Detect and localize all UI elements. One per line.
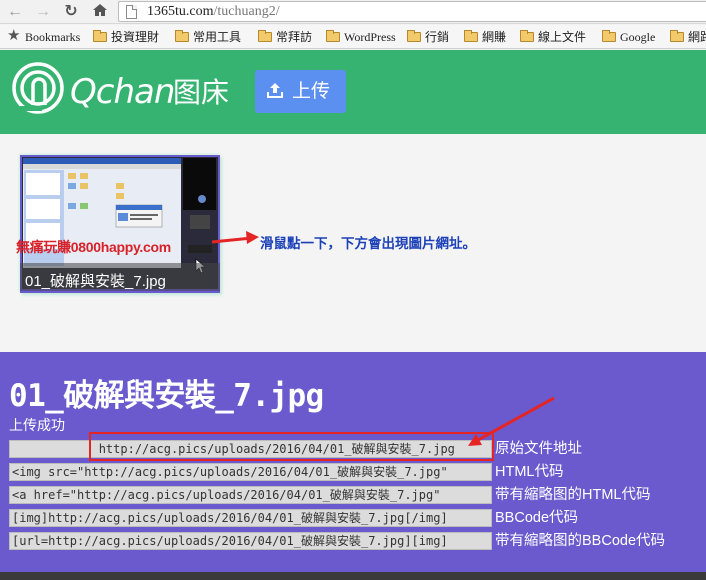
bookmark-folder[interactable]: 網賺 <box>463 29 506 45</box>
folder-icon <box>464 30 478 42</box>
url-text[interactable]: 1365tu.com/tuchuang2/ <box>147 4 280 20</box>
bookmark-label: 投資理財 <box>111 30 160 44</box>
bookmark-label: 常拜訪 <box>276 30 313 44</box>
thumbnail-caption: 01_破解與安裝_7.jpg <box>25 273 166 290</box>
bookmark-folder[interactable]: 投資理財 <box>92 29 159 45</box>
folder-icon <box>175 30 189 42</box>
bookmark-label: Google <box>620 30 656 44</box>
logo-subtitle[interactable]: 图床 <box>173 76 229 110</box>
result-filename: 01_破解與安裝_7.jpg <box>9 378 324 414</box>
bookmark-label: 網賺 <box>482 30 507 44</box>
folder-icon <box>602 30 616 42</box>
qchan-logo-icon[interactable] <box>11 61 66 119</box>
original-url-label: 原始文件地址 <box>495 441 582 457</box>
bbcode-thumb-field[interactable]: [url=http://acg.pics/uploads/2016/04/01_… <box>9 532 492 550</box>
bookmark-folder[interactable]: 網路 <box>669 29 706 45</box>
bookmark-label: Bookmarks <box>25 30 81 44</box>
bookmark-label: 常用工具 <box>193 30 242 44</box>
html-code-field[interactable]: <img src="http://acg.pics/uploads/2016/0… <box>9 463 492 481</box>
logo-text[interactable]: Qchan <box>70 72 175 112</box>
thumbnail-watermark: 無痛玩賺0800happy.com <box>16 239 171 255</box>
browser-toolbar: ← → ↻ 1365tu.com/tuchuang2/ <box>0 0 706 24</box>
bbcode-field[interactable]: [img]http://acg.pics/uploads/2016/04/01_… <box>9 509 492 527</box>
bookmark-label: 網路 <box>688 30 706 44</box>
folder-icon <box>520 30 534 42</box>
bookmark-folder[interactable]: Google <box>601 29 655 45</box>
url-path: /tuchuang2/ <box>213 4 280 19</box>
html-code-label: HTML代码 <box>495 464 564 480</box>
upload-label: 上传 <box>292 80 331 102</box>
bbcode-label: BBCode代码 <box>495 510 579 526</box>
url-host: 1365tu.com <box>147 4 214 19</box>
back-arrow-icon[interactable]: ← <box>5 2 25 22</box>
folder-icon <box>670 30 684 42</box>
thumbnail-caption-bar: 01_破解與安裝_7.jpg <box>20 263 220 291</box>
home-icon[interactable] <box>90 2 110 22</box>
bookmark-label: 行銷 <box>425 30 450 44</box>
site-header: Qchan 图床 上传 <box>0 50 706 134</box>
html-thumb-code-label: 带有縮略图的HTML代码 <box>495 487 651 503</box>
upload-icon <box>267 83 283 98</box>
folder-icon <box>93 30 107 42</box>
bookmark-label: WordPress <box>344 30 396 44</box>
bookmark-folder[interactable]: 常用工具 <box>174 29 241 45</box>
html-thumb-code-field[interactable]: <a href="http://acg.pics/uploads/2016/04… <box>9 486 492 504</box>
main-area: 01_破解與安裝_7.jpg 無痛玩賺0800happy.com 滑鼠點一下，下… <box>0 134 706 352</box>
bookmark-folder[interactable]: 行銷 <box>406 29 449 45</box>
upload-result-panel: 01_破解與安裝_7.jpg 上传成功 http://acg.pics/uplo… <box>0 352 706 572</box>
click-hint-text: 滑鼠點一下，下方會出現圖片網址。 <box>260 236 476 252</box>
reload-icon[interactable]: ↻ <box>61 2 81 22</box>
bookmark-label: 線上文件 <box>538 30 587 44</box>
upload-status: 上传成功 <box>9 417 65 433</box>
folder-icon <box>326 30 340 42</box>
annotation-highlight-box <box>89 432 494 461</box>
page-icon <box>126 5 137 19</box>
forward-arrow-icon[interactable]: → <box>33 2 53 22</box>
folder-icon <box>258 30 272 42</box>
bookmarks-bar: ★ Bookmarks 投資理財 常用工具 常拜訪 WordPress 行銷 網賺… <box>0 25 706 49</box>
bbcode-thumb-label: 带有縮略图的BBCode代码 <box>495 533 666 549</box>
upload-button[interactable]: 上传 <box>255 70 346 113</box>
bookmark-folder[interactable]: 線上文件 <box>519 29 586 45</box>
bookmark-folder[interactable]: WordPress <box>325 29 396 45</box>
star-icon: ★ <box>7 28 21 44</box>
bookmark-bookmarks[interactable]: ★ Bookmarks <box>6 28 81 45</box>
image-thumbnail[interactable]: 01_破解與安裝_7.jpg 無痛玩賺0800happy.com <box>16 155 220 293</box>
bookmark-folder[interactable]: 常拜訪 <box>257 29 312 45</box>
page-footer-strip <box>0 572 706 580</box>
folder-icon <box>407 30 421 42</box>
address-bar[interactable]: 1365tu.com/tuchuang2/ <box>118 1 706 22</box>
